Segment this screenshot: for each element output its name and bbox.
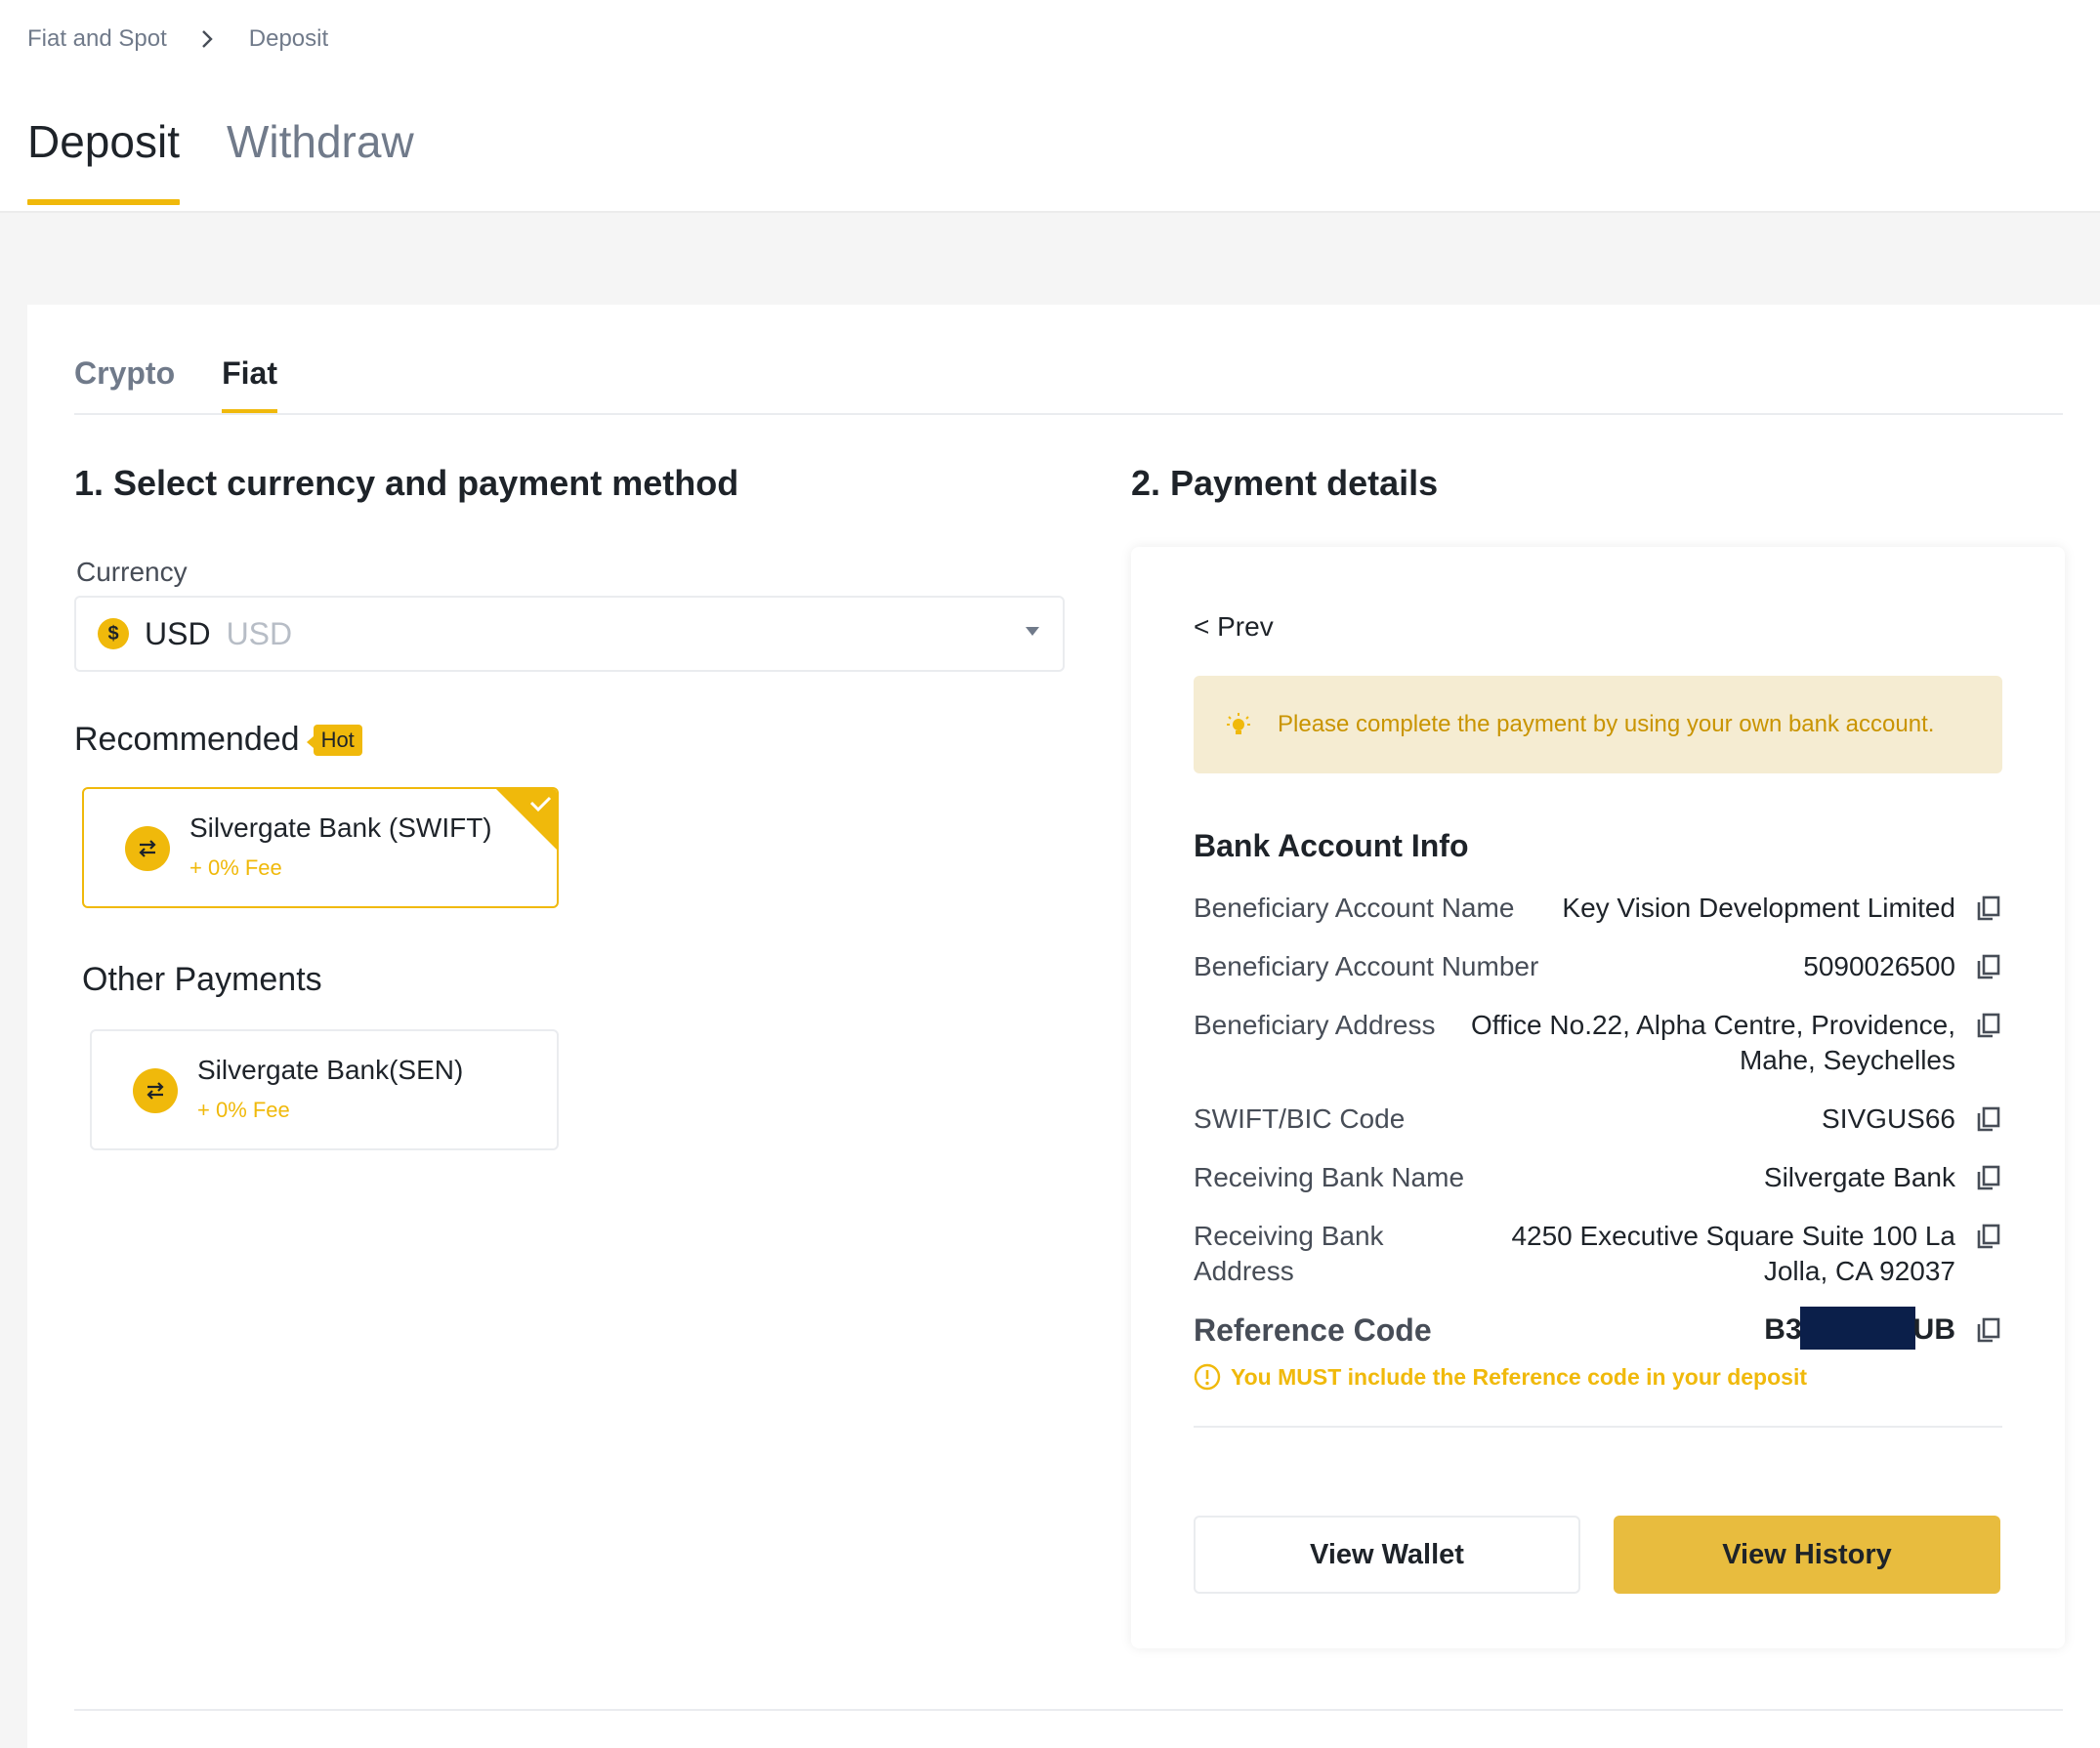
row-receiving-bank-address: Receiving Bank Address 4250 Executive Sq… (1194, 1219, 2002, 1293)
transfer-icon (125, 826, 170, 871)
tab-deposit[interactable]: Deposit (27, 115, 180, 205)
row-value: 5090026500 (1803, 951, 1955, 981)
tabs-divider (74, 413, 2063, 415)
checkmark-icon (496, 789, 557, 850)
usd-coin-icon: $ (98, 618, 129, 649)
reference-prefix: B3 (1764, 1313, 1802, 1346)
page-header: Fiat and Spot Deposit Deposit Withdraw (0, 0, 2100, 213)
reference-code-label: Reference Code (1194, 1312, 1432, 1348)
transfer-icon (133, 1068, 178, 1113)
row-reference-code: Reference Code B3 UB (1194, 1307, 2002, 1355)
hot-badge: Hot (306, 724, 362, 756)
deposit-card: Crypto Fiat 1. Select currency and payme… (27, 305, 2100, 1748)
payment-method-silvergate-sen[interactable]: Silvergate Bank(SEN) + 0% Fee (90, 1029, 559, 1150)
row-value: Office No.22, Alpha Centre, Providence, … (1471, 1008, 1955, 1078)
view-history-button[interactable]: View History (1614, 1516, 2000, 1594)
caret-down-icon (1026, 627, 1039, 636)
row-label: SWIFT/BIC Code (1194, 1103, 1406, 1134)
row-label: Beneficiary Account Number (1194, 951, 1539, 981)
page-tabs: Deposit Withdraw (27, 115, 461, 205)
card-bottom-divider (74, 1709, 2063, 1711)
tab-withdraw[interactable]: Withdraw (227, 115, 414, 201)
payment-method-name: Silvergate Bank(SEN) (197, 1055, 464, 1085)
row-label-line-2: Address (1194, 1256, 1294, 1286)
row-label: Beneficiary Account Name (1194, 893, 1515, 923)
row-beneficiary-address: Beneficiary Address Office No.22, Alpha … (1194, 1008, 2002, 1082)
notice-text: Please complete the payment by using you… (1278, 711, 1935, 737)
copy-icon[interactable] (1975, 953, 2002, 980)
copy-icon[interactable] (1975, 1164, 2002, 1191)
breadcrumb-deposit: Deposit (248, 25, 329, 52)
copy-icon[interactable] (1975, 1012, 2002, 1039)
row-value-line-1: 4250 Executive Square Suite 100 La (1511, 1221, 1955, 1251)
reference-code-value: B3 UB (1764, 1307, 1955, 1351)
copy-icon[interactable] (1975, 1316, 2002, 1344)
row-label: Beneficiary Address (1194, 1010, 1436, 1040)
payment-method-fee: + 0% Fee (189, 855, 282, 880)
prev-link[interactable]: < Prev (1194, 611, 1274, 643)
bank-account-info-title: Bank Account Info (1194, 828, 1469, 863)
copy-icon[interactable] (1975, 1223, 2002, 1250)
recommended-label: Recommended (74, 721, 300, 758)
row-receiving-bank-name: Receiving Bank Name Silvergate Bank (1194, 1160, 2002, 1199)
row-swift-bic-code: SWIFT/BIC Code SIVGUS66 (1194, 1102, 2002, 1141)
recommended-heading: Recommended Hot (74, 721, 362, 759)
payment-details-title: 2. Payment details (1131, 463, 1439, 503)
bulb-icon (1227, 713, 1250, 734)
warning-icon (1194, 1363, 1221, 1391)
tab-crypto[interactable]: Crypto (74, 355, 175, 413)
row-value-line-2: Jolla, CA 92037 (1763, 1256, 1955, 1286)
row-value-line-2: Mahe, Seychelles (1739, 1045, 1955, 1075)
row-label: Receiving Bank Name (1194, 1162, 1465, 1192)
chevron-right-icon (200, 28, 214, 50)
row-beneficiary-account-number: Beneficiary Account Number 5090026500 (1194, 949, 2002, 988)
tab-fiat[interactable]: Fiat (222, 355, 277, 413)
redaction-block (1799, 1307, 1915, 1351)
row-beneficiary-account-name: Beneficiary Account Name Key Vision Deve… (1194, 891, 2002, 930)
row-value: Key Vision Development Limited (1562, 893, 1955, 923)
currency-label: Currency (76, 557, 188, 587)
view-wallet-button[interactable]: View Wallet (1194, 1516, 1580, 1594)
payment-method-name: Silvergate Bank (SWIFT) (189, 812, 492, 843)
breadcrumb: Fiat and Spot Deposit (27, 25, 328, 53)
row-value: SIVGUS66 (1822, 1103, 1955, 1134)
currency-select[interactable]: $ USD USD (74, 596, 1065, 672)
row-label-line-1: Receiving Bank (1194, 1221, 1384, 1251)
copy-icon[interactable] (1975, 1105, 2002, 1133)
row-value: Silvergate Bank (1763, 1162, 1955, 1192)
reference-warning-text: You MUST include the Reference code in y… (1231, 1363, 1807, 1390)
payment-details-panel: < Prev Please complete the payment by us… (1131, 547, 2065, 1648)
breadcrumb-fiat-and-spot[interactable]: Fiat and Spot (27, 25, 167, 53)
row-value-line-1: Office No.22, Alpha Centre, Providence, (1471, 1010, 1955, 1040)
currency-name: USD (226, 615, 293, 651)
details-divider (1194, 1426, 2002, 1428)
reference-suffix: UB (1912, 1313, 1955, 1346)
row-value: 4250 Executive Square Suite 100 La Jolla… (1511, 1219, 1955, 1289)
payment-method-fee: + 0% Fee (197, 1098, 290, 1122)
reference-warning: You MUST include the Reference code in y… (1194, 1363, 1807, 1391)
currency-code: USD (145, 615, 211, 651)
payment-method-silvergate-swift[interactable]: Silvergate Bank (SWIFT) + 0% Fee (82, 787, 559, 908)
asset-type-tabs: Crypto Fiat (74, 355, 324, 413)
other-payments-label: Other Payments (82, 961, 322, 998)
select-method-title: 1. Select currency and payment method (74, 463, 739, 503)
copy-icon[interactable] (1975, 895, 2002, 922)
row-label: Receiving Bank Address (1194, 1219, 1384, 1289)
notice-banner: Please complete the payment by using you… (1194, 676, 2002, 773)
